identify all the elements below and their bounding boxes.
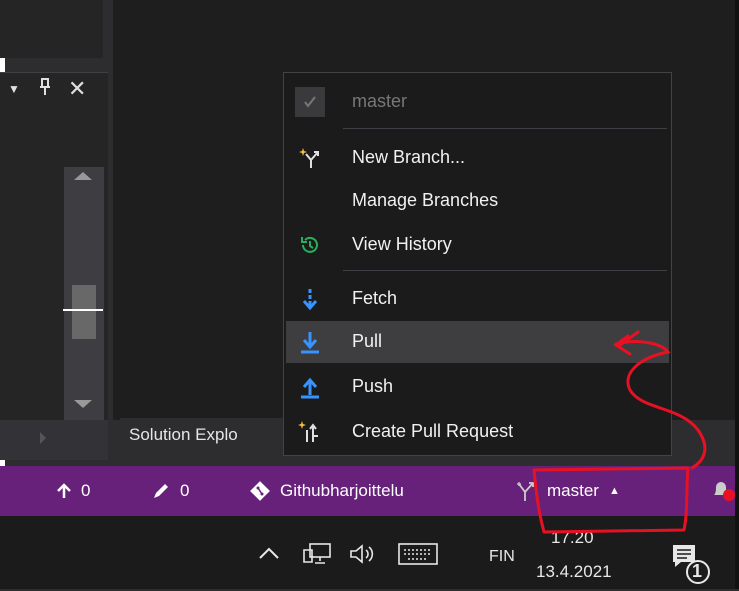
menu-item-new-branch[interactable]: New Branch... [286,137,669,179]
pin-icon[interactable] [38,78,52,101]
menu-item-create-pull-request[interactable]: Create Pull Request [286,411,669,453]
menu-item-label: Pull [352,331,383,351]
caret-up-icon: ▲ [608,485,620,497]
unpushed-commits-count: 0 [81,481,91,500]
close-icon[interactable]: ✕ [68,76,86,102]
menu-item-current-branch[interactable]: master [286,81,669,123]
scroll-right-arrow-icon[interactable] [40,432,46,444]
tab-solution-explorer-label: Solution Explo [129,425,238,444]
pull-icon [298,330,322,354]
dropdown-icon[interactable]: ▼ [8,82,20,96]
window-edge [735,0,739,589]
notification-count: 1 [692,561,703,581]
input-language-indicator[interactable]: FIN [489,548,515,566]
branch-icon [515,480,537,502]
menu-separator [343,270,667,271]
menu-item-manage-branches[interactable]: Manage Branches [286,180,669,222]
keyboard-icon[interactable] [398,543,438,570]
branch-menu: master New Branch... Manage Branches Vie… [283,72,672,456]
branch-button[interactable]: master ▲ [515,466,620,516]
git-icon [250,481,270,501]
repository-button[interactable]: Githubharjoittelu [250,466,404,516]
menu-item-label: New Branch... [352,147,466,167]
pencil-icon [152,482,170,500]
scrollbar-thumb[interactable] [72,285,96,339]
new-branch-icon [298,146,322,170]
arrow-up-icon [57,483,71,499]
menu-item-label: Fetch [352,288,398,308]
panel-header-controls: ▼ ✕ [0,76,103,102]
menu-separator [343,128,667,129]
clock-date[interactable]: 13.4.2021 [536,562,612,582]
action-center-icon[interactable] [670,542,710,591]
scroll-up-arrow-icon[interactable] [74,172,92,180]
menu-item-label: Create Pull Request [352,421,514,441]
current-branch-label: master [352,91,408,111]
branch-name: master [547,481,599,500]
scroll-position-marker [63,309,103,311]
notification-bell-icon[interactable] [710,466,736,516]
menu-item-label: Manage Branches [352,190,499,210]
menu-item-view-history[interactable]: View History [286,224,669,266]
pending-changes-count: 0 [180,481,190,500]
push-icon [298,375,322,399]
scroll-down-arrow-icon[interactable] [74,400,92,408]
menu-item-fetch[interactable]: Fetch [286,278,669,320]
menu-item-label: View History [352,234,452,254]
menu-item-push[interactable]: Push [286,366,669,408]
fetch-icon [298,287,322,311]
clock-time[interactable]: 17.20 [551,528,594,548]
pull-request-icon [298,420,322,444]
menu-item-label: Push [352,376,394,396]
show-hidden-icons-icon[interactable] [258,546,280,565]
history-icon [298,233,322,257]
pending-changes-button[interactable]: 0 [152,466,189,516]
menu-item-pull[interactable]: Pull [286,321,669,363]
unpushed-commits-button[interactable]: 0 [57,466,90,516]
volume-icon[interactable] [348,542,378,571]
network-icon[interactable] [302,542,332,571]
checkmark-icon [295,87,325,117]
status-bar: 0 0 Githubharjoittelu master ▲ [0,466,739,516]
tool-window-panel [0,0,103,58]
repository-name: Githubharjoittelu [280,481,404,500]
horizontal-scrollbar[interactable] [0,420,108,460]
